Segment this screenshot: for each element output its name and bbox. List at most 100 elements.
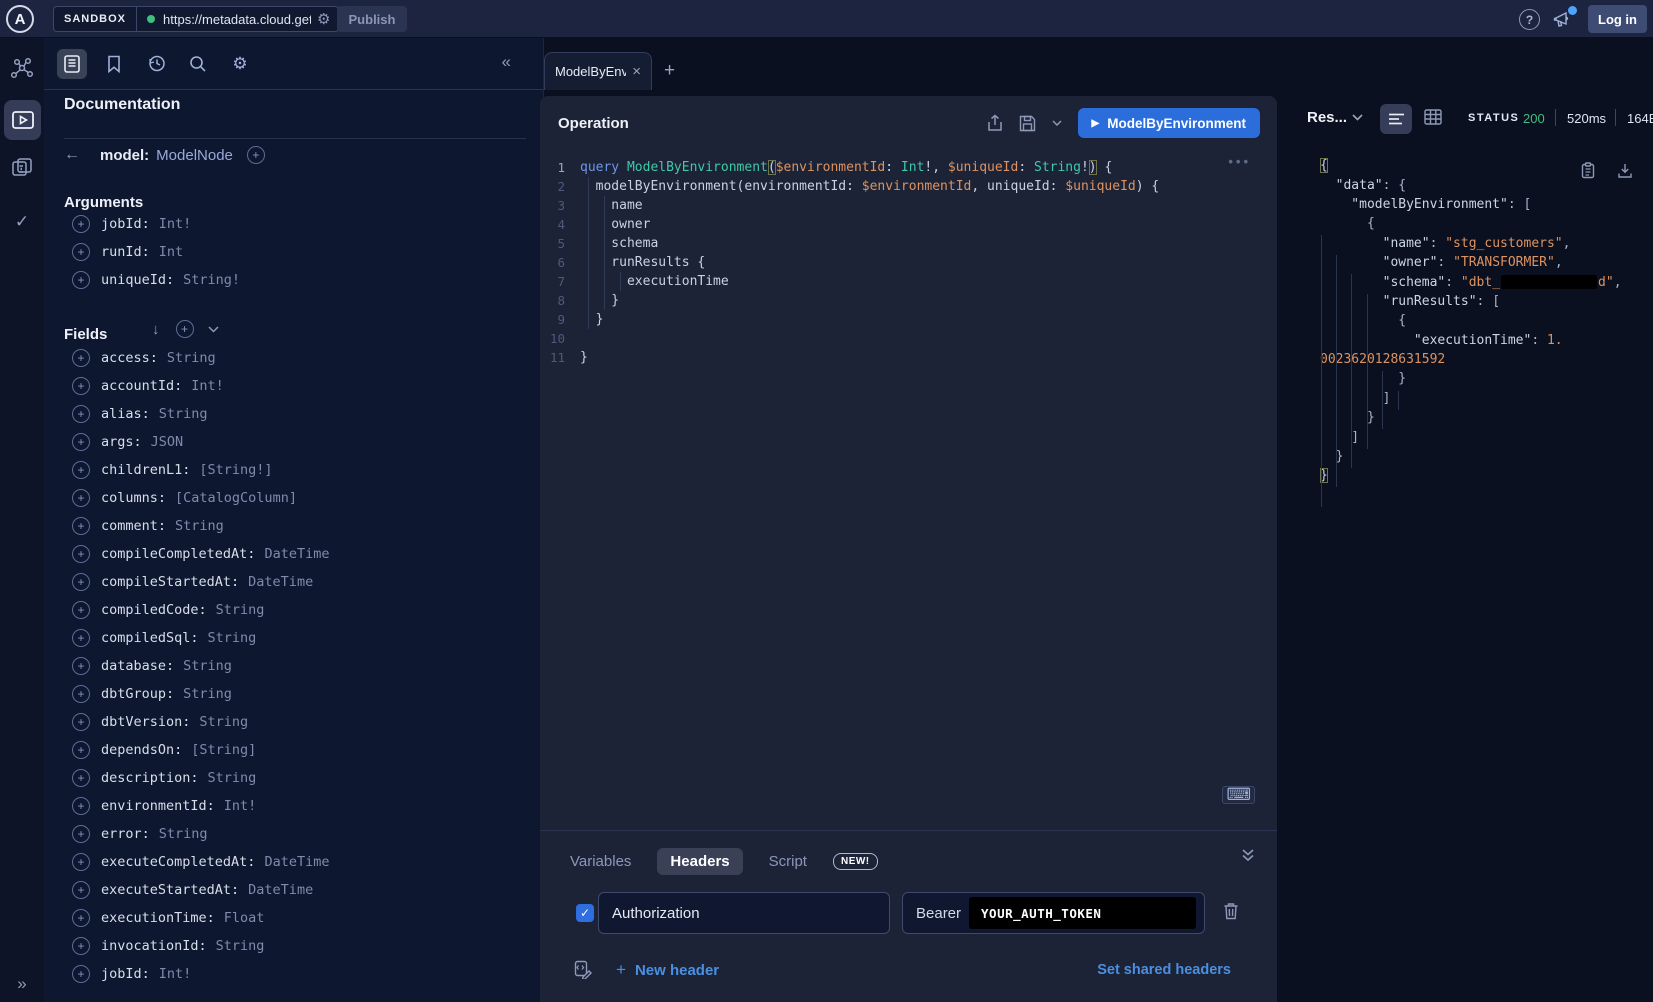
add-field-icon[interactable]: + — [72, 797, 90, 815]
fields-chevron-down-icon[interactable] — [208, 326, 219, 333]
field-type[interactable]: Int — [159, 244, 183, 260]
delete-header-icon[interactable] — [1223, 902, 1239, 920]
header-name-input[interactable] — [598, 892, 890, 934]
endpoint-settings-icon[interactable]: ⚙ — [311, 10, 338, 28]
argument-row[interactable]: +runId:Int — [72, 242, 183, 262]
code-line[interactable]: 6 runResults { — [540, 253, 1277, 272]
field-row[interactable]: +dbtVersion:String — [72, 712, 248, 732]
field-type[interactable]: String — [208, 770, 257, 786]
run-operation-button[interactable]: ▶ ModelByEnvironment — [1078, 108, 1260, 138]
documentation-tab-icon[interactable] — [57, 49, 87, 79]
back-arrow-icon[interactable]: ← — [64, 146, 94, 164]
field-type[interactable]: DateTime — [264, 854, 329, 870]
header-value-field[interactable]: Bearer YOUR_AUTH_TOKEN — [902, 892, 1205, 934]
argument-row[interactable]: +uniqueId:String! — [72, 270, 240, 290]
field-row[interactable]: +compileCompletedAt:DateTime — [72, 544, 329, 564]
apollo-logo-icon[interactable]: A — [6, 5, 34, 33]
explorer-nav-item[interactable] — [4, 100, 41, 140]
code-line[interactable]: 3 name — [540, 196, 1277, 215]
code-line[interactable]: 2 modelByEnvironment(environmentId: $env… — [540, 177, 1277, 196]
field-row[interactable]: +database:String — [72, 656, 232, 676]
save-options-chevron-icon[interactable] — [1052, 120, 1062, 126]
changelog-nav-icon[interactable] — [0, 155, 44, 179]
add-field-icon[interactable]: + — [72, 271, 90, 289]
field-row[interactable]: +dbtGroup:String — [72, 684, 232, 704]
field-type[interactable]: String — [183, 658, 232, 674]
auth-token-chip[interactable]: YOUR_AUTH_TOKEN — [969, 897, 1196, 929]
add-field-icon[interactable]: + — [72, 517, 90, 535]
add-field-icon[interactable]: + — [72, 243, 90, 261]
field-row[interactable]: +environmentId:Int! — [72, 796, 256, 816]
field-type[interactable]: String — [159, 406, 208, 422]
bottom-tab-script[interactable]: Script — [769, 853, 807, 870]
add-field-icon[interactable]: + — [72, 657, 90, 675]
field-type[interactable]: Int! — [191, 378, 224, 394]
code-line[interactable]: 11} — [540, 348, 1277, 367]
field-type[interactable]: String — [199, 714, 248, 730]
new-tab-icon[interactable]: + — [664, 60, 675, 82]
endpoint-url-input[interactable]: https://metadata.cloud.get — [163, 12, 311, 27]
field-type[interactable]: String — [175, 518, 224, 534]
sort-fields-icon[interactable]: ↓ — [152, 321, 160, 338]
field-type[interactable]: Int! — [224, 798, 257, 814]
bottom-tab-variables[interactable]: Variables — [570, 853, 631, 870]
field-row[interactable]: +columns:[CatalogColumn] — [72, 488, 297, 508]
add-field-icon[interactable]: + — [72, 937, 90, 955]
add-all-fields-icon[interactable]: + — [176, 320, 194, 338]
expand-sidebar-icon[interactable]: » — [0, 974, 44, 994]
field-type[interactable]: String — [216, 938, 265, 954]
field-row[interactable]: +dependsOn:[String] — [72, 740, 256, 760]
schema-graph-icon[interactable] — [0, 56, 44, 81]
field-type[interactable]: Float — [224, 910, 265, 926]
response-dropdown-chevron-icon[interactable] — [1352, 114, 1363, 121]
field-row[interactable]: +compileStartedAt:DateTime — [72, 572, 313, 592]
add-field-icon[interactable]: + — [72, 405, 90, 423]
add-field-icon[interactable]: + — [72, 629, 90, 647]
table-view-toggle-icon[interactable] — [1424, 109, 1442, 125]
field-row[interactable]: +error:String — [72, 824, 208, 844]
field-row[interactable]: +access:String — [72, 348, 216, 368]
share-operation-icon[interactable] — [987, 114, 1003, 132]
add-field-icon[interactable]: + — [72, 909, 90, 927]
collapse-panel-icon[interactable] — [1241, 848, 1255, 862]
bookmarks-tab-icon[interactable] — [99, 49, 129, 79]
add-field-icon[interactable]: + — [247, 146, 265, 164]
code-line[interactable]: 5 schema — [540, 234, 1277, 253]
header-enabled-checkbox[interactable]: ✓ — [576, 904, 594, 922]
field-row[interactable]: +alias:String — [72, 404, 208, 424]
add-field-icon[interactable]: + — [72, 601, 90, 619]
add-field-icon[interactable]: + — [72, 489, 90, 507]
field-row[interactable]: +compiledSql:String — [72, 628, 256, 648]
code-line[interactable]: 1query ModelByEnvironment($environmentId… — [540, 158, 1277, 177]
add-field-icon[interactable]: + — [72, 825, 90, 843]
field-row[interactable]: +executeStartedAt:DateTime — [72, 880, 313, 900]
field-row[interactable]: +jobId:Int! — [72, 964, 191, 984]
collapse-docs-icon[interactable]: « — [502, 52, 511, 72]
new-header-button[interactable]: + New header — [616, 960, 719, 980]
add-field-icon[interactable]: + — [72, 433, 90, 451]
field-type[interactable]: [String!] — [199, 462, 272, 478]
field-row[interactable]: +compiledCode:String — [72, 600, 264, 620]
field-row[interactable]: +executionTime:Float — [72, 908, 264, 928]
code-line[interactable]: 8 } — [540, 291, 1277, 310]
close-tab-icon[interactable]: × — [632, 63, 641, 80]
set-shared-headers-link[interactable]: Set shared headers — [1097, 962, 1231, 978]
save-operation-icon[interactable] — [1019, 115, 1036, 132]
field-type[interactable]: JSON — [151, 434, 184, 450]
publish-button[interactable]: Publish — [337, 6, 407, 32]
field-type[interactable]: String — [208, 630, 257, 646]
add-field-icon[interactable]: + — [72, 377, 90, 395]
help-icon[interactable]: ? — [1519, 9, 1540, 30]
bottom-tab-headers[interactable]: Headers — [657, 848, 742, 875]
code-line[interactable]: 9 } — [540, 310, 1277, 329]
add-field-icon[interactable]: + — [72, 215, 90, 233]
field-row[interactable]: +invocationId:String — [72, 936, 264, 956]
add-field-icon[interactable]: + — [72, 713, 90, 731]
search-tab-icon[interactable] — [183, 49, 213, 79]
add-field-icon[interactable]: + — [72, 965, 90, 983]
field-type[interactable]: Int! — [159, 216, 192, 232]
field-row[interactable]: +comment:String — [72, 516, 224, 536]
field-row[interactable]: +args:JSON — [72, 432, 183, 452]
code-line[interactable]: 10 — [540, 329, 1277, 348]
code-line[interactable]: 7 executionTime — [540, 272, 1277, 291]
